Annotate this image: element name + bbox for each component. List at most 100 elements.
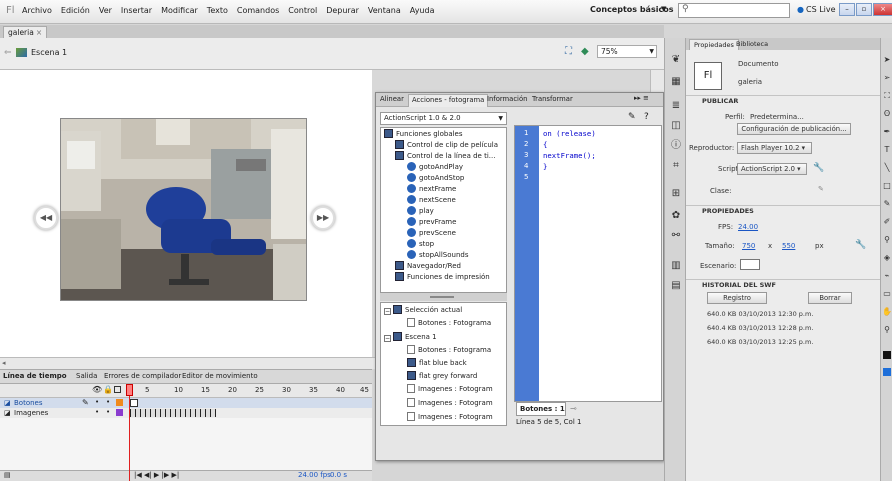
lock-icon[interactable]: 🔒 bbox=[103, 385, 113, 394]
chevron-down-icon[interactable]: ▼ bbox=[661, 5, 666, 13]
pin-icon[interactable]: ✎ bbox=[628, 112, 636, 122]
toolbox-splitter[interactable] bbox=[380, 293, 507, 301]
menu-depurar[interactable]: Depurar bbox=[326, 6, 359, 15]
toolbox-item[interactable]: Navegador/Red bbox=[395, 261, 461, 272]
clear-button[interactable]: Borrar bbox=[808, 292, 852, 304]
toolbox-item[interactable]: stopAllSounds bbox=[407, 250, 469, 261]
pin-script-icon[interactable]: ⊸ bbox=[570, 404, 577, 413]
eraser-tool-icon[interactable]: ▭ bbox=[881, 288, 892, 300]
fps-value[interactable]: 24.00 bbox=[738, 223, 758, 231]
layer-name[interactable]: Botones bbox=[14, 399, 43, 407]
code-line[interactable]: nextFrame(); bbox=[543, 151, 596, 160]
layer-name[interactable]: Imagenes bbox=[14, 409, 48, 417]
transform-tool-icon[interactable]: ⛶ bbox=[881, 90, 892, 102]
height-value[interactable]: 550 bbox=[782, 242, 795, 250]
movie-explorer-icon[interactable]: ⚯ bbox=[670, 230, 682, 242]
keyframe[interactable] bbox=[130, 399, 138, 407]
tab-output[interactable]: Salida bbox=[76, 372, 97, 380]
toolbox-item[interactable]: Funciones de impresión bbox=[395, 272, 490, 283]
text-tool-icon[interactable]: T bbox=[881, 144, 892, 156]
transform-icon[interactable]: ◫ bbox=[670, 120, 682, 132]
cs-live-button[interactable]: ● CS Live bbox=[797, 5, 836, 14]
section-publish[interactable]: PUBLICAR bbox=[686, 95, 880, 106]
navigator-item[interactable]: − Escena 1 bbox=[384, 332, 437, 343]
new-layer-icon[interactable]: ▤ bbox=[4, 471, 11, 479]
navigator-item[interactable]: Botones : Fotograma bbox=[407, 345, 491, 356]
subselect-tool-icon[interactable]: ➢ bbox=[881, 72, 892, 84]
tab-actions[interactable]: Acciones - fotograma bbox=[408, 94, 489, 107]
lasso-tool-icon[interactable]: ʘ bbox=[881, 108, 892, 120]
toolbox-item[interactable]: Funciones globales bbox=[384, 129, 463, 140]
close-icon[interactable]: × bbox=[36, 28, 42, 37]
panel-menu-icon[interactable]: ▸▸ ≡ bbox=[634, 94, 649, 102]
code-snippets-icon[interactable]: ✿ bbox=[670, 210, 682, 222]
restore-button[interactable]: ▫ bbox=[856, 3, 872, 16]
publish-settings-button[interactable]: Configuración de publicación... bbox=[737, 123, 851, 135]
scene-breadcrumb[interactable]: Escena 1 bbox=[31, 48, 67, 57]
visibility-dot[interactable]: • bbox=[95, 408, 99, 416]
motion-presets-icon[interactable]: ❦ bbox=[670, 54, 682, 66]
collapse-icon[interactable]: − bbox=[384, 335, 391, 342]
library-icon[interactable]: ▥ bbox=[670, 260, 682, 272]
wrench-icon[interactable]: 🔧 bbox=[855, 240, 866, 250]
tab-align[interactable]: Alinear bbox=[380, 95, 404, 103]
player-select[interactable]: Flash Player 10.2 ▾ bbox=[737, 142, 812, 154]
back-arrow-icon[interactable]: ⇐ bbox=[4, 48, 12, 58]
eyedropper-icon[interactable]: ⌁ bbox=[881, 270, 892, 282]
stage-color-swatch[interactable] bbox=[740, 259, 760, 270]
fps-readout[interactable]: 24.00 fps bbox=[298, 471, 331, 479]
playback-controls[interactable]: |◀ ◀| ▶ |▶ ▶| bbox=[134, 471, 179, 479]
tab-timeline[interactable]: Línea de tiempo bbox=[3, 372, 67, 380]
section-properties[interactable]: PROPIEDADES bbox=[686, 205, 880, 216]
tab-transform[interactable]: Transformar bbox=[532, 95, 573, 103]
layer-row[interactable]: ◪ Botones ✎ • • bbox=[0, 398, 372, 408]
previous-button[interactable]: ◀◀ bbox=[34, 206, 58, 230]
playhead[interactable] bbox=[129, 384, 130, 481]
zoom-tool-icon[interactable]: ⚲ bbox=[881, 324, 892, 336]
timeline-frames-area[interactable] bbox=[0, 418, 372, 470]
line-tool-icon[interactable]: ╲ bbox=[881, 162, 892, 174]
close-button[interactable]: × bbox=[873, 3, 892, 16]
log-button[interactable]: Registro bbox=[707, 292, 767, 304]
selection-tool-icon[interactable]: ➤ bbox=[881, 54, 892, 66]
menu-modificar[interactable]: Modificar bbox=[161, 6, 198, 15]
tab-compiler-errors[interactable]: Errores de compilador bbox=[104, 372, 181, 380]
layer-row[interactable]: ◪ Imagenes • • bbox=[0, 408, 372, 418]
code-line[interactable]: } bbox=[543, 162, 547, 171]
wrench-icon[interactable]: 🔧 bbox=[813, 163, 824, 173]
stroke-color-swatch[interactable] bbox=[883, 351, 891, 359]
script-tab[interactable]: Botones : 1 bbox=[516, 402, 566, 416]
menu-ayuda[interactable]: Ayuda bbox=[410, 6, 435, 15]
navigator-item[interactable]: Imagenes : Fotogram bbox=[407, 412, 493, 423]
toolbox-item[interactable]: play bbox=[407, 206, 434, 217]
menu-archivo[interactable]: Archivo bbox=[22, 6, 52, 15]
actionscript-version-select[interactable]: ActionScript 1.0 & 2.0 ▼ bbox=[380, 112, 507, 125]
visibility-dot[interactable]: • bbox=[95, 398, 99, 406]
edit-symbol-icon[interactable]: ◆ bbox=[581, 46, 589, 57]
code-line[interactable]: on (release) bbox=[543, 129, 596, 138]
keyframes-strip[interactable] bbox=[130, 409, 216, 417]
info-icon[interactable]: ⓘ bbox=[670, 140, 682, 152]
navigator-item[interactable]: − Selección actual bbox=[384, 305, 462, 316]
brush-tool-icon[interactable]: ✐ bbox=[881, 216, 892, 228]
tab-library[interactable]: Biblioteca bbox=[732, 39, 772, 49]
help-icon[interactable]: ? bbox=[644, 112, 649, 122]
outline-icon[interactable] bbox=[114, 386, 121, 393]
toolbox-item[interactable]: nextScene bbox=[407, 195, 456, 206]
width-value[interactable]: 750 bbox=[742, 242, 755, 250]
scroll-left-icon[interactable]: ◂ bbox=[2, 359, 6, 367]
minimize-button[interactable]: – bbox=[839, 3, 855, 16]
pen-tool-icon[interactable]: ✒ bbox=[881, 126, 892, 138]
menu-ventana[interactable]: Ventana bbox=[368, 6, 401, 15]
navigator-item[interactable]: Imagenes : Fotogram bbox=[407, 384, 493, 395]
toolbox-item[interactable]: prevScene bbox=[407, 228, 456, 239]
menu-edicion[interactable]: Edición bbox=[61, 6, 90, 15]
toolbox-item[interactable]: nextFrame bbox=[407, 184, 456, 195]
hand-tool-icon[interactable]: ✋ bbox=[881, 306, 892, 318]
navigator-item[interactable]: flat grey forward bbox=[407, 371, 477, 382]
menu-insertar[interactable]: Insertar bbox=[121, 6, 152, 15]
navigator-item[interactable]: flat blue back bbox=[407, 358, 467, 369]
edit-scene-icon[interactable]: ⛶ bbox=[565, 46, 572, 57]
splitter-grip[interactable] bbox=[430, 296, 454, 298]
toolbox-item[interactable]: Control de la línea de ti... bbox=[395, 151, 495, 162]
